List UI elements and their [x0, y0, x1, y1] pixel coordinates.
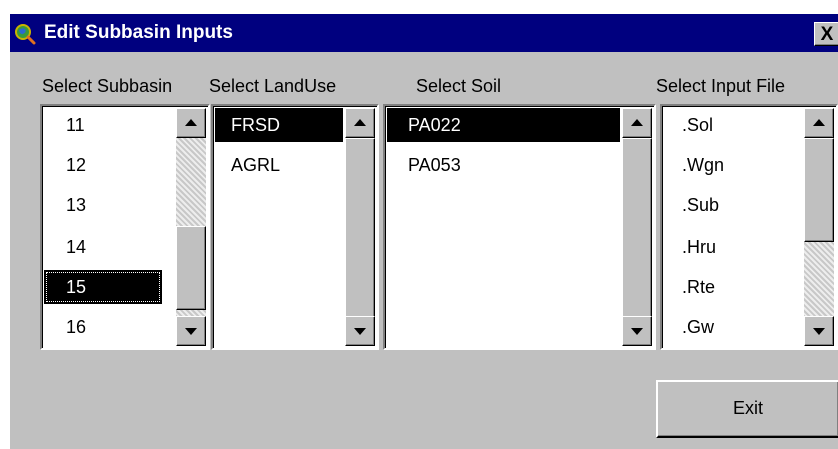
list-item-selected[interactable]: FRSD: [215, 108, 343, 142]
subbasin-caption: Select Subbasin: [42, 76, 173, 96]
edit-subbasin-inputs-window: Edit Subbasin Inputs X Select Subbasin 1…: [10, 14, 838, 449]
scroll-down-button[interactable]: [804, 316, 834, 346]
list-item[interactable]: .Hru: [664, 230, 804, 264]
window-title: Edit Subbasin Inputs: [44, 22, 233, 43]
soil-listbox[interactable]: PA022 PA053: [383, 104, 656, 350]
exit-button[interactable]: Exit: [656, 380, 838, 438]
close-button[interactable]: X: [814, 22, 838, 46]
title-bar[interactable]: Edit Subbasin Inputs X: [10, 14, 838, 52]
arrow-down-icon: [185, 328, 197, 335]
list-item[interactable]: AGRL: [215, 148, 343, 182]
scroll-thumb[interactable]: [804, 138, 834, 242]
list-item[interactable]: PA053: [387, 148, 620, 182]
subbasin-listbox[interactable]: 11 12 13 14 15 16: [40, 104, 210, 350]
list-item[interactable]: .Sub: [664, 188, 804, 222]
list-item[interactable]: 12: [44, 148, 162, 182]
scroll-down-button[interactable]: [622, 316, 652, 346]
list-item[interactable]: .Sol: [664, 108, 804, 142]
landuse-scrollbar[interactable]: [345, 108, 375, 346]
list-item[interactable]: 11: [44, 108, 162, 142]
arrow-up-icon: [631, 119, 643, 126]
landuse-caption: Select LandUse: [209, 76, 337, 96]
arrow-up-icon: [813, 119, 825, 126]
arrow-down-icon: [631, 328, 643, 335]
list-item[interactable]: 16: [44, 310, 162, 344]
inputfile-caption: Select Input File: [656, 76, 786, 96]
scroll-down-button[interactable]: [345, 316, 375, 346]
scroll-thumb[interactable]: [622, 138, 652, 320]
scroll-down-button[interactable]: [176, 316, 206, 346]
inputfile-listbox[interactable]: .Sol .Wgn .Sub .Hru .Rte .Gw: [660, 104, 838, 350]
landuse-listbox[interactable]: FRSD AGRL: [211, 104, 379, 350]
scroll-up-button[interactable]: [804, 108, 834, 138]
scroll-up-button[interactable]: [345, 108, 375, 138]
list-item-selected[interactable]: PA022: [387, 108, 620, 142]
subbasin-scrollbar[interactable]: [176, 108, 206, 346]
globe-magnifier-icon: [15, 24, 36, 45]
inputfile-scrollbar[interactable]: [804, 108, 834, 346]
scroll-thumb[interactable]: [345, 138, 375, 320]
list-item[interactable]: .Wgn: [664, 148, 804, 182]
arrow-down-icon: [813, 328, 825, 335]
soil-caption: Select Soil: [416, 76, 502, 96]
list-item[interactable]: .Rte: [664, 270, 804, 304]
arrow-down-icon: [354, 328, 366, 335]
arrow-up-icon: [354, 119, 366, 126]
arrow-up-icon: [185, 119, 197, 126]
scroll-up-button[interactable]: [176, 108, 206, 138]
soil-scrollbar[interactable]: [622, 108, 652, 346]
list-item-selected[interactable]: 15: [44, 270, 162, 304]
scroll-up-button[interactable]: [622, 108, 652, 138]
list-item[interactable]: .Gw: [664, 310, 804, 344]
scroll-thumb[interactable]: [176, 226, 206, 310]
list-item[interactable]: 14: [44, 230, 162, 264]
list-item[interactable]: 13: [44, 188, 162, 222]
